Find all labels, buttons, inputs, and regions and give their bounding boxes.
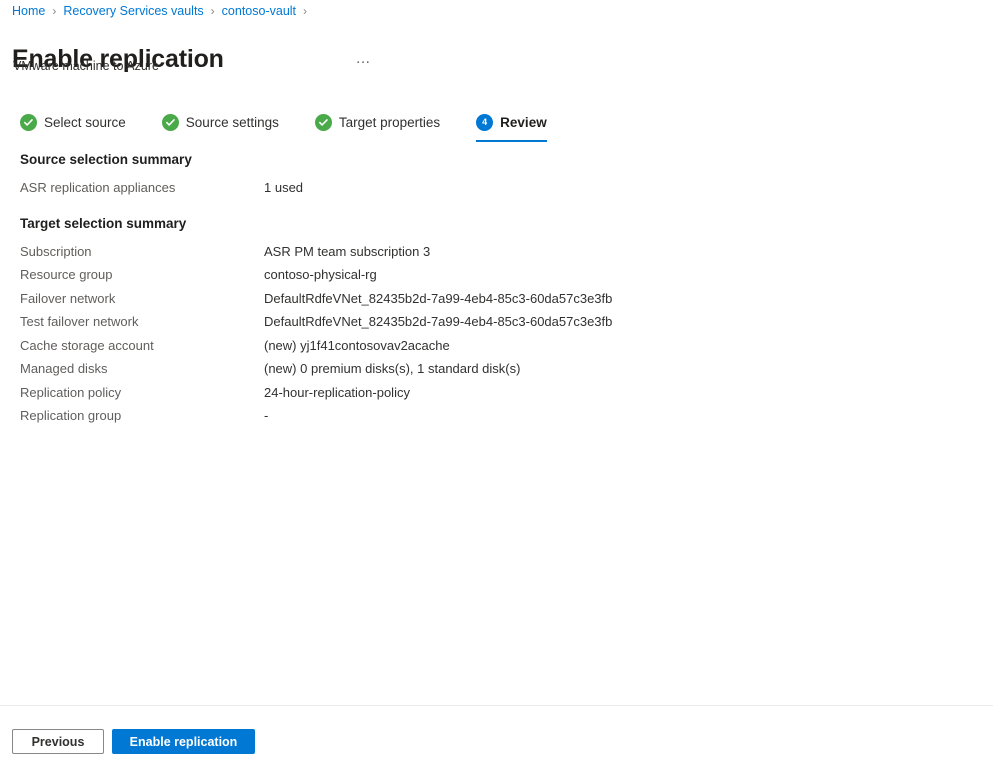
tab-target-properties[interactable]: Target properties (314, 108, 441, 142)
breadcrumb-item-home[interactable]: Home (12, 4, 45, 18)
tab-label: Review (500, 114, 547, 130)
enable-replication-button[interactable]: Enable replication (112, 729, 255, 754)
footer-divider (0, 705, 993, 706)
section-title: Target selection summary (20, 215, 187, 231)
summary-row: Test failover network DefaultRdfeVNet_82… (20, 314, 960, 338)
summary-row-value: 1 used (264, 180, 304, 195)
footer-actions: Previous Enable replication (12, 729, 255, 754)
summary-row-label: Replication policy (20, 384, 122, 400)
wizard-steps: Select source Source settings Target pro… (20, 108, 547, 142)
tab-label: Target properties (338, 114, 441, 130)
summary-row-value: (new) 0 premium disks(s), 1 standard dis… (264, 361, 521, 376)
breadcrumb-item-contoso-vault[interactable]: contoso-vault (222, 4, 296, 18)
summary-row: Resource group contoso-physical-rg (20, 267, 960, 291)
summary-row: Replication policy 24-hour-replication-p… (20, 385, 960, 409)
summary-row: Failover network DefaultRdfeVNet_82435b2… (20, 291, 960, 315)
summary-row-value: 24-hour-replication-policy (264, 384, 410, 400)
summary-row: Replication group - (20, 408, 960, 432)
summary-row-label: Managed disks (20, 361, 108, 376)
breadcrumb-separator-icon: › (52, 4, 57, 18)
summary-row-label: Subscription (20, 243, 92, 259)
summary-row-value: contoso-physical-rg (264, 267, 377, 282)
breadcrumb-item-recovery-services-vaults[interactable]: Recovery Services vaults (63, 4, 203, 18)
summary-row-value: (new) yj1f41contosovav2acache (264, 337, 450, 353)
tab-label: Select source (44, 114, 126, 130)
summary-row-value: DefaultRdfeVNet_82435b2d-7a99-4eb4-85c3-… (264, 290, 613, 306)
target-selection-summary-section: Target selection summary Subscription AS… (20, 214, 960, 432)
check-circle-icon (20, 113, 37, 131)
tab-source-settings[interactable]: Source settings (161, 108, 279, 142)
source-selection-summary-section: Source selection summary ASR replication… (20, 150, 960, 204)
step-number-badge: 4 (476, 113, 494, 131)
summary-row: Cache storage account (new) yj1f41contos… (20, 338, 960, 362)
breadcrumb-separator-icon: › (303, 4, 308, 18)
more-options-icon[interactable]: … (352, 48, 376, 70)
check-circle-icon (314, 113, 332, 131)
tab-select-source[interactable]: Select source (20, 108, 126, 142)
breadcrumb-separator-icon: › (210, 4, 215, 18)
summary-row-label: Cache storage account (20, 337, 154, 353)
active-tab-indicator (476, 140, 547, 142)
tab-review[interactable]: 4 Review (476, 108, 547, 142)
check-circle-icon (161, 113, 179, 131)
summary-row-label: Replication group (20, 408, 122, 423)
tab-label: Source settings (185, 114, 279, 130)
summary-row-value: - (264, 408, 269, 423)
summary-row-label: ASR replication appliances (20, 180, 176, 195)
target-summary-rows: Subscription ASR PM team subscription 3 … (20, 244, 960, 432)
summary-row: Subscription ASR PM team subscription 3 (20, 244, 960, 268)
summary-row-label: Failover network (20, 290, 116, 306)
summary-row-value: DefaultRdfeVNet_82435b2d-7a99-4eb4-85c3-… (264, 314, 613, 329)
section-title: Source selection summary (20, 152, 192, 167)
summary-row-label: Test failover network (20, 314, 139, 329)
previous-button[interactable]: Previous (12, 729, 104, 754)
breadcrumb: Home › Recovery Services vaults › contos… (12, 2, 314, 20)
summary-row: Managed disks (new) 0 premium disks(s), … (20, 361, 960, 385)
source-summary-rows: ASR replication appliances 1 used (20, 180, 960, 204)
summary-row-value: ASR PM team subscription 3 (264, 243, 431, 259)
page-subtitle: VMware machine to Azure (13, 59, 159, 73)
review-content: Source selection summary ASR replication… (20, 150, 960, 432)
summary-row-label: Resource group (20, 267, 113, 282)
summary-row: ASR replication appliances 1 used (20, 180, 960, 204)
